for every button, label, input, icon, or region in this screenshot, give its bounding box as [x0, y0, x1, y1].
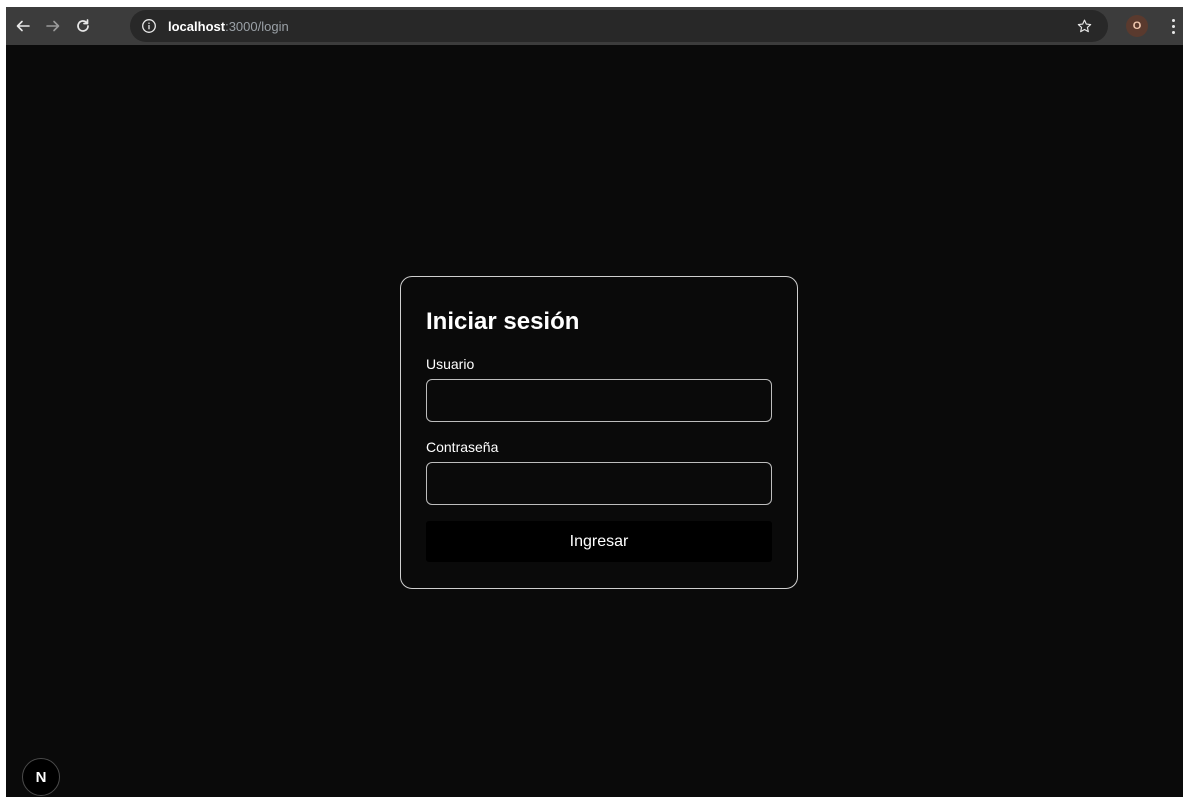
password-label: Contraseña	[426, 439, 499, 455]
login-card: Iniciar sesión Usuario Contraseña Ingres…	[400, 276, 798, 589]
reload-button[interactable]	[68, 11, 98, 41]
menu-dot	[1171, 18, 1175, 22]
address-url: localhost:3000/login	[168, 19, 289, 34]
forward-arrow-icon	[46, 20, 60, 32]
page-title: Iniciar sesión	[426, 308, 580, 335]
kebab-menu-icon[interactable]	[1166, 14, 1180, 38]
browser-window: localhost:3000/login O Iniciar sesión Us…	[6, 7, 1183, 797]
site-info-button[interactable]	[138, 15, 160, 37]
back-arrow-icon	[16, 20, 30, 32]
url-path: :3000/login	[225, 18, 289, 34]
password-input[interactable]	[426, 462, 772, 505]
browser-toolbar: localhost:3000/login O	[6, 7, 1183, 45]
username-label: Usuario	[426, 356, 475, 372]
profile-avatar[interactable]: O	[1126, 15, 1148, 37]
star-icon	[1077, 19, 1091, 32]
login-submit-button[interactable]: Ingresar	[426, 521, 772, 562]
nextjs-dev-tools-button[interactable]: N	[22, 758, 60, 796]
bookmark-button[interactable]	[1074, 16, 1094, 36]
forward-button[interactable]	[38, 11, 68, 41]
url-host: localhost	[168, 18, 226, 34]
address-bar[interactable]: localhost:3000/login	[130, 10, 1108, 42]
menu-dot	[1171, 24, 1175, 28]
menu-dot	[1171, 30, 1175, 34]
back-button[interactable]	[8, 11, 38, 41]
reload-icon	[77, 19, 89, 32]
username-input[interactable]	[426, 379, 772, 422]
info-icon	[142, 19, 156, 33]
